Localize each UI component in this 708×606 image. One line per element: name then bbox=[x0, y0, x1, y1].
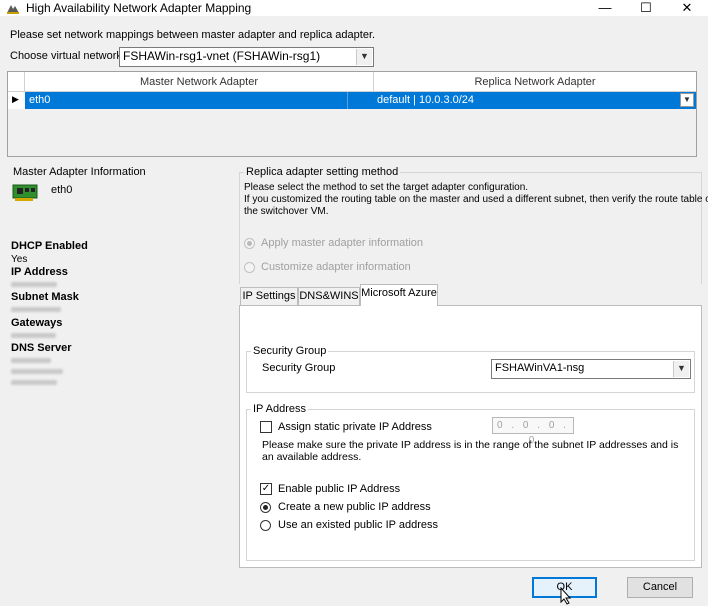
replica-adapter-cell[interactable]: default | 10.0.3.0/24 ▼ bbox=[347, 92, 696, 109]
dns-server-value-redacted-1 bbox=[11, 358, 51, 363]
radio-dot bbox=[247, 241, 252, 246]
adapter-mapping-grid[interactable]: Master Network Adapter Replica Network A… bbox=[7, 71, 697, 157]
apply-master-label: Apply master adapter information bbox=[261, 237, 424, 249]
create-new-public-ip-label: Create a new public IP address bbox=[278, 501, 431, 513]
column-header-replica[interactable]: Replica Network Adapter bbox=[374, 72, 696, 92]
cancel-button[interactable]: Cancel bbox=[627, 577, 693, 598]
static-ip-note-2: an available address. bbox=[262, 451, 362, 463]
master-adapter-name: eth0 bbox=[51, 184, 73, 196]
security-group-title: Security Group bbox=[251, 345, 329, 357]
checkmark-icon: ✓ bbox=[261, 483, 271, 494]
dns-server-value-redacted-2 bbox=[11, 369, 63, 374]
tab-ip-settings[interactable]: IP Settings bbox=[240, 287, 298, 305]
customize-adapter-label: Customize adapter information bbox=[261, 261, 411, 273]
replica-method-desc-2: If you customized the routing table on t… bbox=[244, 194, 708, 205]
window-title: High Availability Network Adapter Mappin… bbox=[26, 1, 252, 15]
title-bar: High Availability Network Adapter Mappin… bbox=[0, 0, 708, 16]
dns-server-value-redacted-3 bbox=[11, 380, 57, 385]
static-ip-input[interactable]: 0 . 0 . 0 . 0 bbox=[492, 417, 574, 446]
master-adapter-info-panel bbox=[7, 166, 232, 563]
maximize-button[interactable]: ☐ bbox=[626, 0, 666, 16]
master-adapter-cell[interactable]: eth0 bbox=[25, 92, 347, 109]
subnet-mask-value-redacted bbox=[11, 307, 61, 312]
virtual-network-label: Choose virtual network bbox=[10, 50, 122, 62]
close-button[interactable]: ✕ bbox=[667, 0, 707, 16]
replica-method-desc-3: the switchover VM. bbox=[244, 206, 329, 217]
network-card-icon bbox=[12, 184, 38, 201]
row-pointer-icon: ▶ bbox=[12, 94, 19, 104]
app-icon bbox=[7, 5, 19, 14]
virtual-network-select[interactable]: FSHAWin-rsg1-vnet (FSHAWin-rsg1) ▼ bbox=[119, 47, 374, 67]
security-group-label: Security Group bbox=[262, 362, 336, 374]
apply-master-radio[interactable] bbox=[244, 238, 255, 249]
tab-dns-wins[interactable]: DNS&WINS bbox=[298, 287, 360, 305]
static-ip-checkbox[interactable] bbox=[260, 421, 272, 433]
table-row[interactable]: ▶ eth0 default | 10.0.3.0/24 ▼ bbox=[8, 92, 696, 109]
gateways-value-redacted bbox=[11, 333, 56, 338]
security-group-value: FSHAWinVA1-nsg bbox=[495, 362, 585, 374]
enable-public-ip-label: Enable public IP Address bbox=[278, 483, 401, 495]
customize-adapter-radio[interactable] bbox=[244, 262, 255, 273]
use-existing-public-ip-label: Use an existed public IP address bbox=[278, 519, 438, 531]
replica-adapter-value: default | 10.0.3.0/24 bbox=[377, 94, 475, 106]
tab-microsoft-azure[interactable]: Microsoft Azure bbox=[360, 284, 438, 306]
static-ip-note-1: Please make sure the private IP address … bbox=[262, 439, 679, 451]
radio-dot bbox=[263, 505, 268, 510]
chevron-down-icon[interactable]: ▼ bbox=[673, 361, 689, 377]
ip-address-group-title: IP Address bbox=[251, 403, 308, 415]
master-adapter-value: eth0 bbox=[29, 94, 51, 106]
master-info-title: Master Adapter Information bbox=[13, 166, 146, 178]
dhcp-label: DHCP Enabled bbox=[11, 240, 88, 252]
minimize-button[interactable]: — bbox=[585, 0, 625, 16]
enable-public-ip-checkbox[interactable]: ✓ bbox=[260, 483, 272, 495]
gateways-label: Gateways bbox=[11, 317, 63, 329]
virtual-network-value: FSHAWin-rsg1-vnet (FSHAWin-rsg1) bbox=[123, 49, 321, 63]
replica-method-desc-1: Please select the method to set the targ… bbox=[244, 182, 529, 193]
subnet-mask-label: Subnet Mask bbox=[11, 291, 79, 303]
ip-address-label: IP Address bbox=[11, 266, 68, 278]
dhcp-value: Yes bbox=[11, 254, 28, 265]
chevron-down-icon[interactable]: ▼ bbox=[356, 49, 372, 65]
chevron-down-icon[interactable]: ▼ bbox=[680, 93, 694, 107]
security-group-select[interactable]: FSHAWinVA1-nsg ▼ bbox=[491, 359, 691, 379]
replica-method-title: Replica adapter setting method bbox=[244, 166, 401, 178]
instruction-text: Please set network mappings between mast… bbox=[10, 29, 376, 41]
create-new-public-ip-radio[interactable] bbox=[260, 502, 271, 513]
use-existing-public-ip-radio[interactable] bbox=[260, 520, 271, 531]
mouse-cursor-icon bbox=[560, 587, 572, 605]
ip-address-value-redacted bbox=[11, 282, 57, 287]
static-ip-label: Assign static private IP Address bbox=[278, 421, 432, 433]
dns-server-label: DNS Server bbox=[11, 342, 72, 354]
column-header-master[interactable]: Master Network Adapter bbox=[25, 72, 374, 92]
grid-corner bbox=[8, 72, 25, 92]
